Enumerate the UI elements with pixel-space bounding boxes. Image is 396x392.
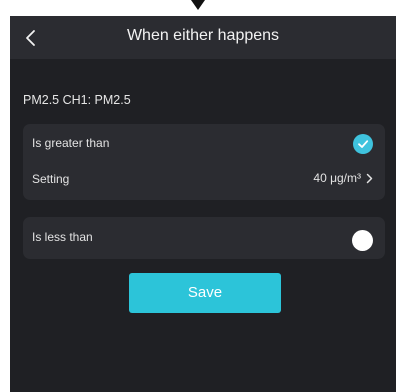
greater-than-label: Is greater than [32, 136, 110, 150]
check-icon [358, 140, 369, 148]
less-than-row[interactable]: Is less than [23, 222, 385, 254]
setting-row[interactable]: Setting 40 μg/m³ [23, 164, 385, 196]
less-than-label: Is less than [32, 230, 93, 244]
greater-than-checkbox[interactable] [353, 134, 373, 154]
header-bar: When either happens [10, 16, 396, 59]
sensor-source-label: PM2.5 CH1: PM2.5 [23, 93, 131, 107]
setting-label: Setting [32, 172, 70, 186]
greater-than-row[interactable]: Is greater than [23, 128, 385, 160]
setting-value-group: 40 μg/m³ [313, 171, 373, 185]
greater-than-card: Is greater than Setting 40 μg/m³ [23, 124, 385, 200]
screen: When either happens PM2.5 CH1: PM2.5 Is … [10, 16, 396, 392]
save-button[interactable]: Save [129, 273, 281, 313]
chevron-right-icon [366, 173, 373, 184]
setting-value: 40 μg/m³ [313, 171, 361, 185]
arrow-pointer-icon [191, 0, 205, 10]
less-than-card: Is less than [23, 217, 385, 259]
less-than-checkbox[interactable] [352, 230, 373, 251]
page-title: When either happens [126, 27, 280, 44]
